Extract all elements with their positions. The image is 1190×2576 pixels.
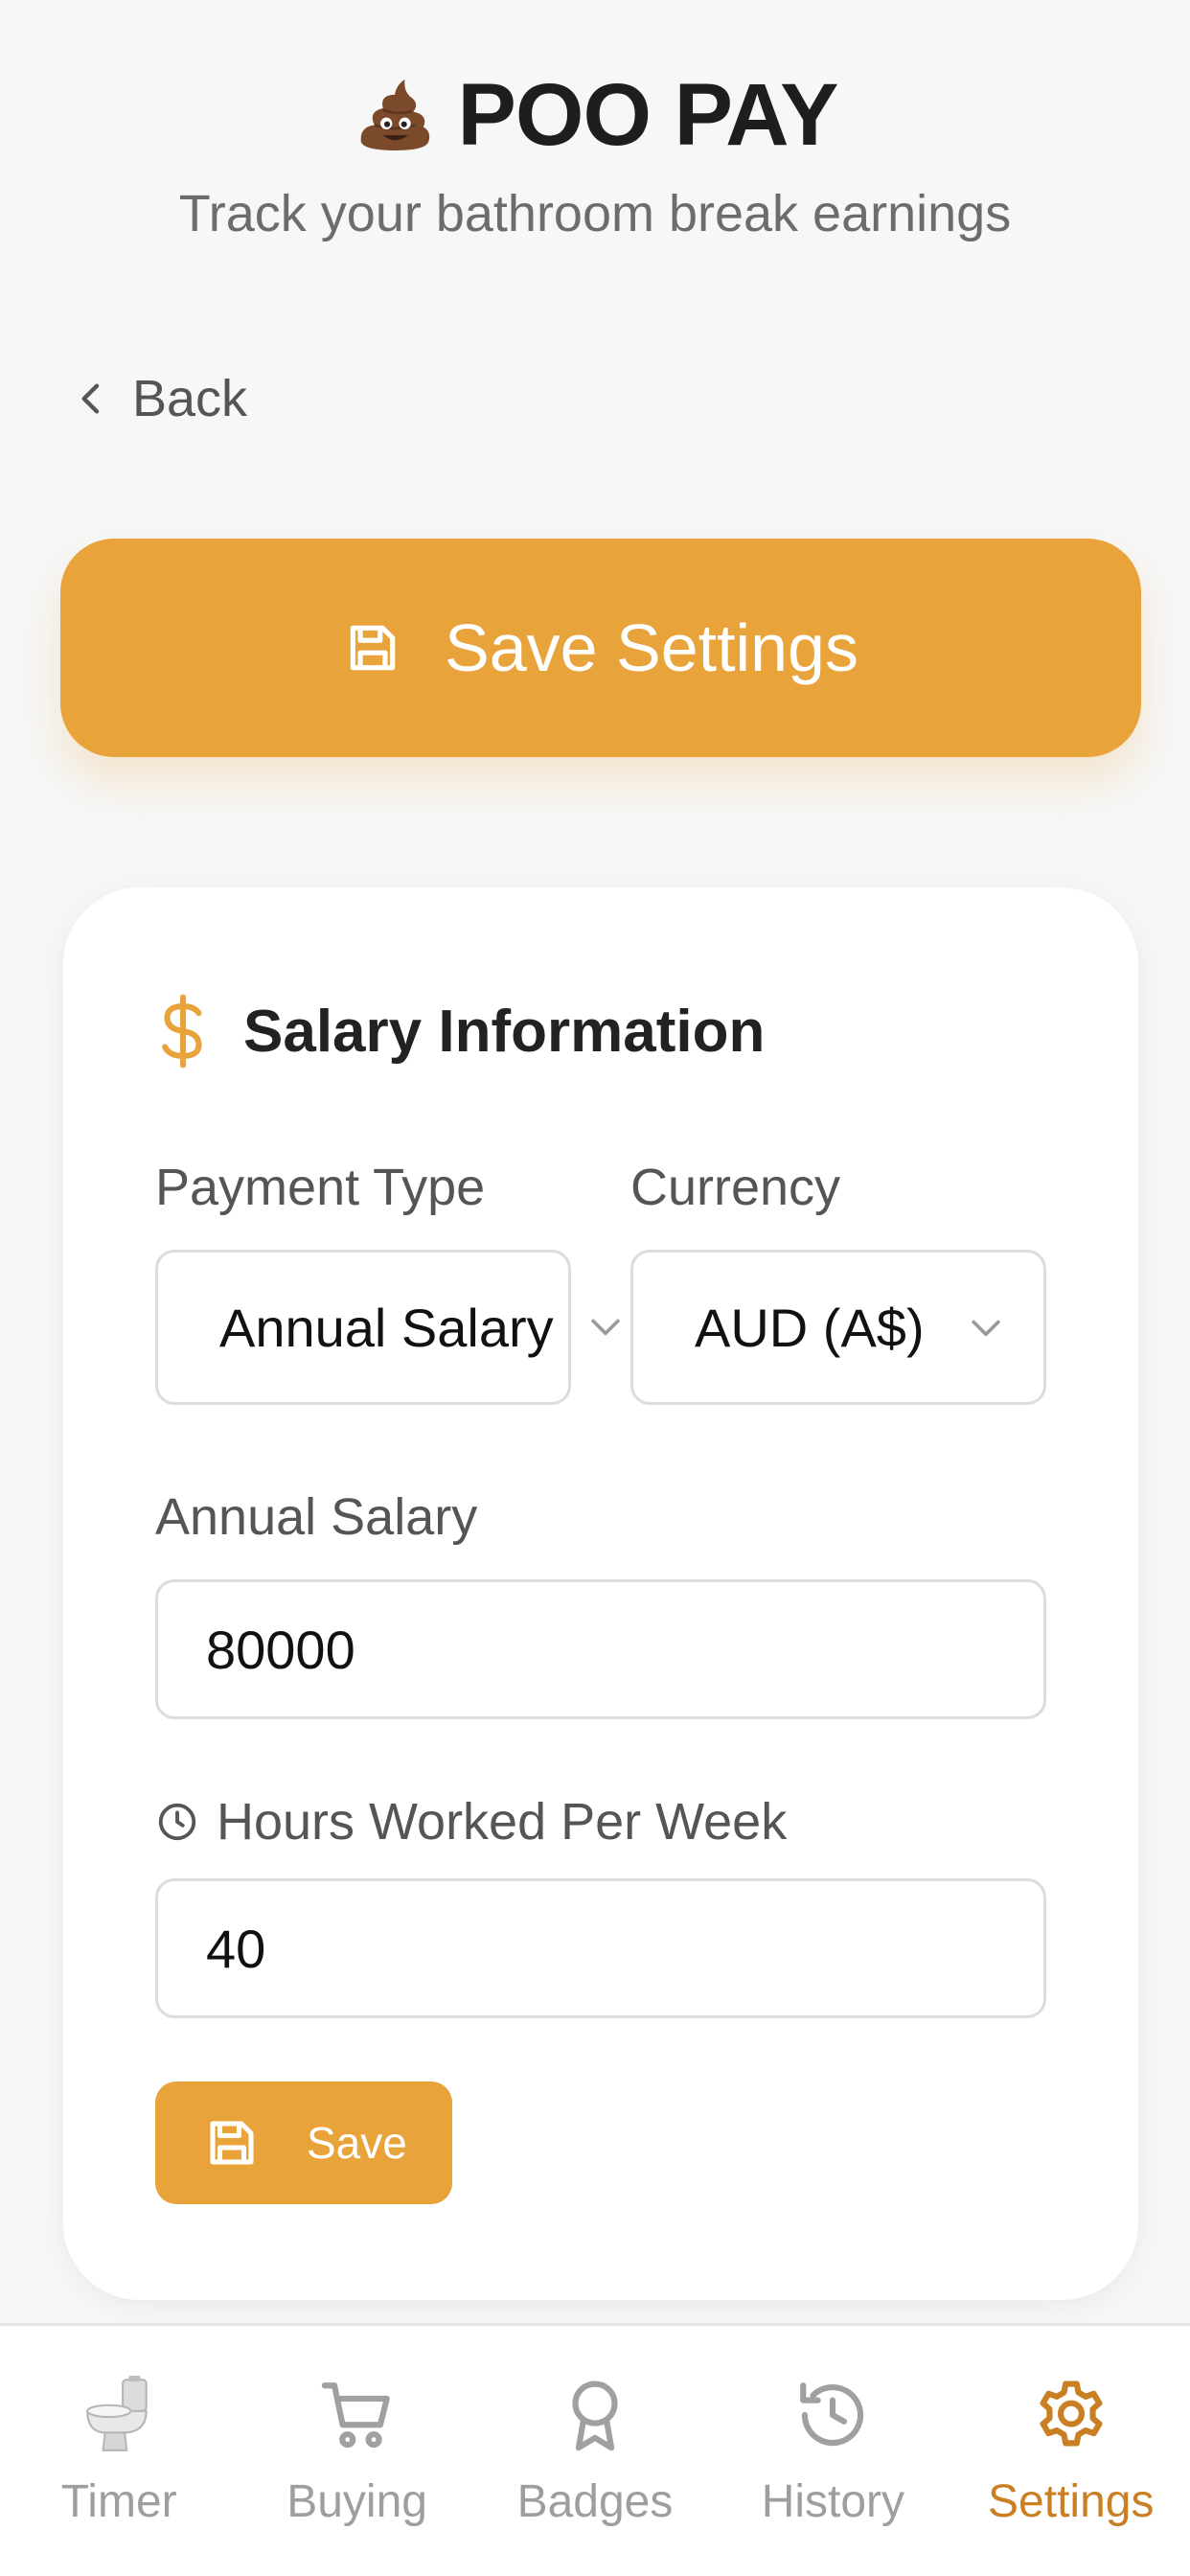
toilet-icon	[86, 2376, 148, 2451]
currency-label: Currency	[630, 1159, 841, 1216]
tab-settings-label: Settings	[988, 2476, 1155, 2527]
currency-value: AUD (A$)	[695, 1297, 925, 1358]
tab-history-label: History	[761, 2476, 905, 2527]
chevron-left-icon	[81, 383, 100, 414]
chevron-down-icon	[591, 1319, 620, 1336]
annual-salary-input[interactable]: 80000	[155, 1579, 1046, 1719]
card-title: Salary Information	[155, 993, 765, 1070]
annual-salary-label: Annual Salary	[155, 1488, 478, 1546]
save-button[interactable]: Save	[155, 2082, 452, 2204]
hours-input[interactable]: 40	[155, 1878, 1046, 2018]
history-icon	[800, 2382, 864, 2447]
hours-label: Hours Worked Per Week	[217, 1793, 788, 1851]
tab-timer[interactable]: Timer	[13, 2326, 224, 2528]
annual-salary-value: 80000	[206, 1619, 355, 1680]
payment-type-label: Payment Type	[155, 1159, 486, 1216]
tab-buying[interactable]: Buying	[252, 2326, 463, 2528]
tab-settings[interactable]: Settings	[966, 2326, 1177, 2528]
hours-value: 40	[206, 1918, 266, 1979]
app-subtitle: Track your bathroom break earnings	[178, 185, 1012, 242]
payment-type-value: Annual Salary	[219, 1297, 554, 1358]
gear-icon	[1040, 2380, 1103, 2447]
floppy-disk-icon	[210, 2121, 254, 2165]
save-settings-button[interactable]: Save Settings	[60, 539, 1141, 757]
hours-label-row: Hours Worked Per Week	[155, 1792, 787, 1852]
payment-type-select[interactable]: Annual Salary	[155, 1250, 571, 1405]
app-title: POO PAY	[457, 65, 839, 164]
settings-screen: POO PAY Track your bathroom break earnin…	[0, 0, 1190, 2576]
tab-history[interactable]: History	[727, 2326, 938, 2528]
tab-timer-label: Timer	[60, 2476, 177, 2527]
tab-badges-label: Badges	[516, 2476, 674, 2527]
bottom-tab-bar: Timer Buying Badges History Settings	[0, 2323, 1190, 2576]
card-title-text: Salary Information	[243, 998, 766, 1065]
floppy-disk-icon	[350, 625, 396, 671]
tab-buying-label: Buying	[286, 2476, 427, 2527]
award-icon	[572, 2380, 618, 2451]
cart-icon	[321, 2382, 390, 2449]
back-label: Back	[132, 370, 248, 427]
save-settings-label: Save Settings	[445, 610, 858, 685]
tab-badges[interactable]: Badges	[490, 2326, 700, 2528]
app-header: POO PAY Track your bathroom break earnin…	[0, 58, 1190, 243]
back-button[interactable]: Back	[73, 369, 247, 428]
dollar-icon	[162, 994, 202, 1069]
currency-select[interactable]: AUD (A$)	[630, 1250, 1046, 1405]
clock-icon	[158, 1803, 196, 1841]
save-label: Save	[307, 2118, 407, 2168]
chevron-down-icon	[972, 1320, 1000, 1337]
title-row: POO PAY	[0, 58, 1190, 172]
poop-emoji-icon	[360, 80, 429, 150]
